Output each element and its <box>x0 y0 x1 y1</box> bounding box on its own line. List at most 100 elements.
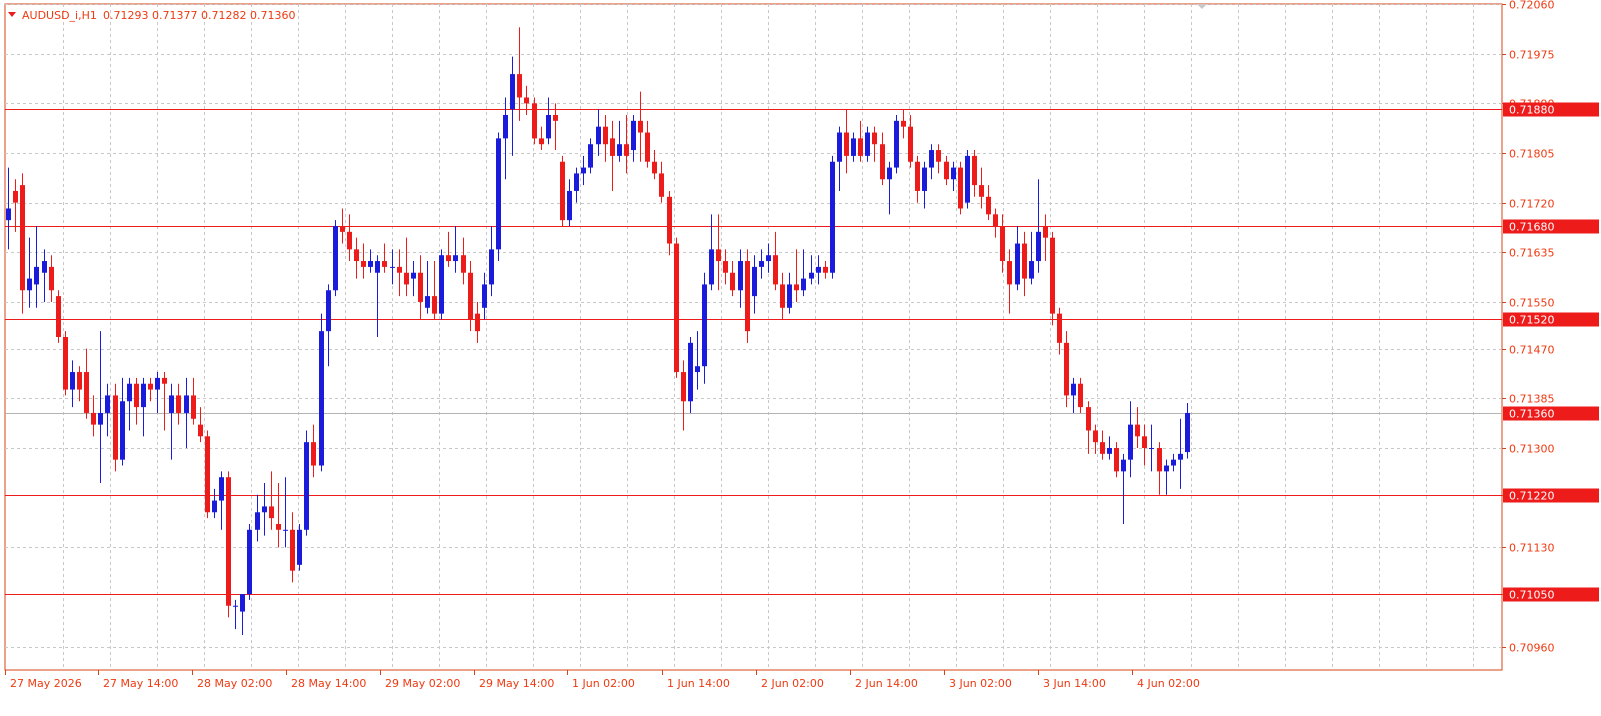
candle-body <box>844 132 849 156</box>
y-tick-label: 0.71300 <box>1509 443 1555 456</box>
bear-candle <box>773 231 778 291</box>
chart-header: AUDUSD_i,H1 0.71293 0.71377 0.71282 0.71… <box>8 4 1207 22</box>
candle-body <box>34 266 39 285</box>
chart-canvas[interactable]: 0.720600.719750.718900.718050.717200.716… <box>0 0 1601 712</box>
candle-body <box>574 173 579 191</box>
candle-body <box>276 523 281 530</box>
candle-body <box>247 529 252 595</box>
price-axis: 0.720600.719750.718900.718050.717200.716… <box>1502 0 1555 655</box>
bull-candle <box>894 115 899 174</box>
chart-shift-marker-icon[interactable] <box>1197 4 1207 9</box>
bear-candle <box>1114 442 1119 478</box>
bull-candle <box>262 483 267 536</box>
candle-body <box>865 132 870 156</box>
candle-body <box>631 120 636 151</box>
bull-candle <box>319 313 324 472</box>
candle-body <box>1043 226 1048 238</box>
candle-body <box>134 383 139 408</box>
candle-body <box>837 132 842 162</box>
bear-candle <box>610 120 615 191</box>
candle-body <box>368 261 373 267</box>
candle-body <box>42 261 47 273</box>
bear-candle <box>823 261 828 279</box>
y-tick-label: 0.72060 <box>1509 0 1555 12</box>
bear-candle <box>603 115 608 162</box>
candle-body <box>823 266 828 273</box>
candle-body <box>809 272 814 279</box>
bull-candle <box>326 284 331 367</box>
bear-candle <box>176 383 181 425</box>
bull-candle <box>738 249 743 308</box>
chart-window[interactable]: 0.720600.719750.718900.718050.717200.716… <box>0 0 1601 712</box>
bull-candle <box>184 377 189 448</box>
candle-body <box>70 372 75 390</box>
x-tick-label: 2 Jun 14:00 <box>855 677 918 690</box>
bull-candle <box>411 261 416 297</box>
bull-candle <box>695 331 700 390</box>
candle-body <box>169 395 174 413</box>
bull-candle <box>496 132 501 262</box>
candle-body <box>475 313 480 332</box>
bear-candle <box>13 179 18 232</box>
candle-body <box>936 150 941 162</box>
bear-candle <box>915 155 920 203</box>
bear-candle <box>347 214 352 262</box>
bull-candle <box>297 523 302 571</box>
candle-body <box>539 138 544 145</box>
dropdown-triangle-icon[interactable] <box>8 12 16 17</box>
x-tick-label: 29 May 02:00 <box>385 677 460 690</box>
bear-candle <box>524 85 529 115</box>
candle-body <box>993 214 998 226</box>
bear-candle <box>553 103 558 151</box>
candle-body <box>127 383 132 402</box>
candle-body <box>425 296 430 308</box>
bear-candle <box>432 261 437 320</box>
candle-body <box>603 126 608 145</box>
bull-candle <box>247 523 252 600</box>
candle-body <box>858 138 863 156</box>
candle-body <box>1015 243 1020 285</box>
candle-body <box>361 261 366 267</box>
y-tick-label: 0.71635 <box>1509 247 1555 260</box>
candle-body <box>20 185 25 291</box>
bull-candle <box>787 272 792 314</box>
candle-body <box>851 138 856 156</box>
bull-candle <box>951 161 956 191</box>
candle-body <box>652 161 657 174</box>
bull-candle <box>425 261 430 314</box>
candle-body <box>723 261 728 273</box>
candle-body <box>105 395 110 413</box>
candle-body <box>517 74 522 98</box>
candle-body <box>887 167 892 180</box>
bear-candle <box>794 249 799 302</box>
bear-candle <box>560 155 565 226</box>
candle-body <box>1029 261 1034 279</box>
bull-candle <box>510 56 515 156</box>
bull-candle <box>1029 231 1034 285</box>
candle-body <box>219 477 224 501</box>
candle-body <box>347 231 352 250</box>
bull-candle <box>1121 453 1126 524</box>
candle-body <box>56 296 61 337</box>
candle-body <box>113 395 118 460</box>
bear-candle <box>1043 214 1048 262</box>
candle-body <box>1022 243 1027 279</box>
candle-body <box>496 138 501 250</box>
candle-body <box>759 261 764 267</box>
candle-body <box>830 161 835 273</box>
candle-body <box>141 383 146 408</box>
bear-candle <box>1142 424 1147 466</box>
candle-body <box>695 366 700 373</box>
candle-body <box>233 605 238 607</box>
bull-candle <box>1107 436 1112 460</box>
bull-candle <box>588 138 593 174</box>
level-price-text: 0.71680 <box>1509 221 1555 234</box>
candle-body <box>1157 448 1162 472</box>
bear-candle <box>461 237 466 285</box>
candle-body <box>176 395 181 413</box>
bull-candle <box>574 167 579 203</box>
bear-candle <box>745 249 750 343</box>
bear-candle <box>674 237 679 378</box>
candle-body <box>390 266 395 268</box>
candle-body <box>503 115 508 139</box>
